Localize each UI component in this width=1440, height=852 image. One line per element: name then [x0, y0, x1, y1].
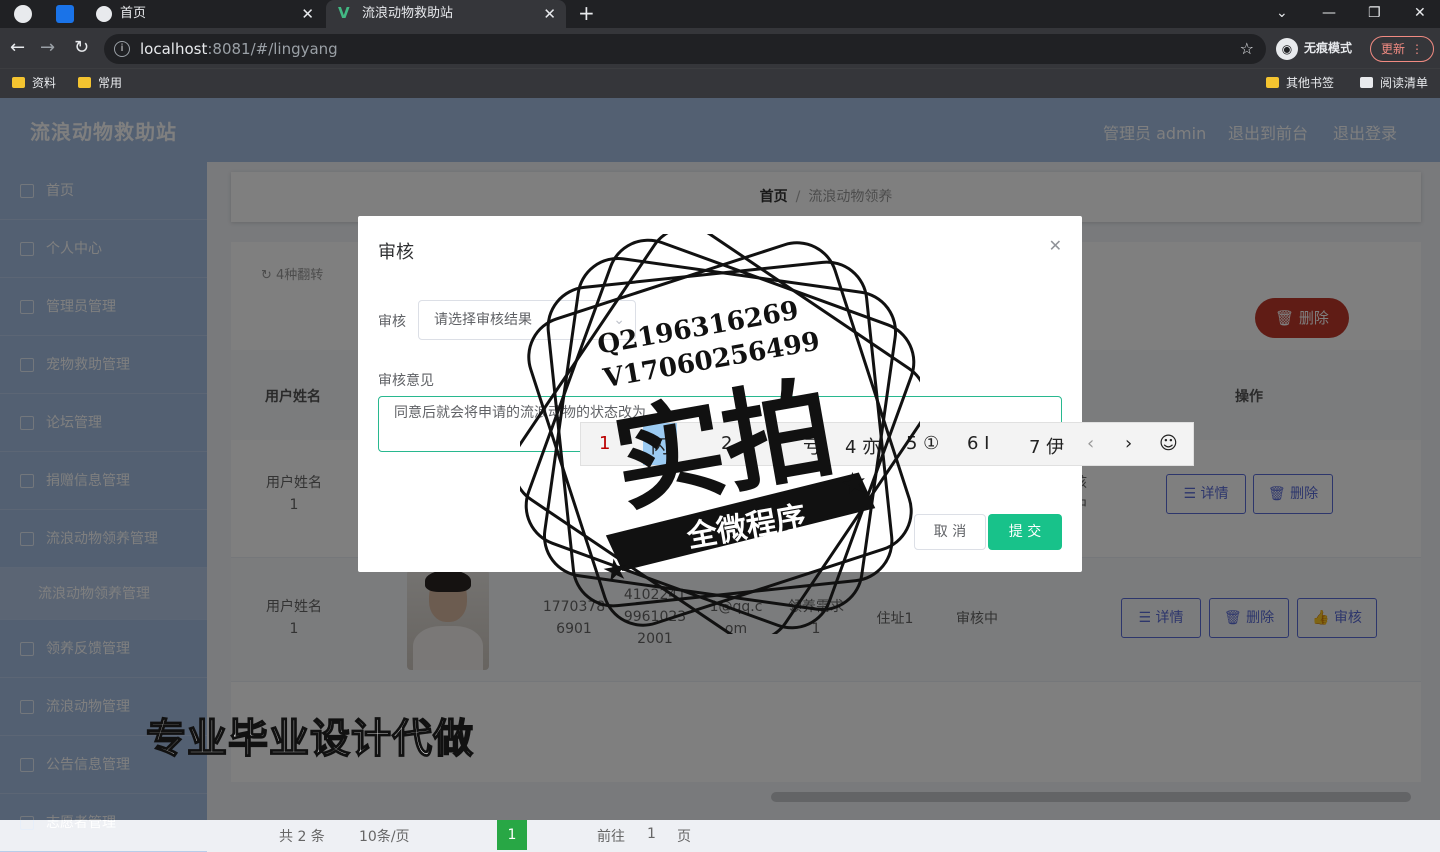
ime-prev-icon[interactable]: ‹ — [1087, 433, 1094, 454]
submit-button[interactable]: 提 交 — [988, 514, 1062, 550]
bookmark-folder[interactable]: 常用 — [76, 69, 122, 97]
folder-icon — [12, 77, 25, 88]
pager-goto-label: 前往 — [597, 829, 625, 845]
bookmarks-bar: 资料 常用 其他书签 阅读清单 — [0, 68, 1440, 98]
pager-current-page[interactable]: 1 — [497, 820, 527, 850]
watermark-stamp: Q2196316269 V17060256499 实拍 全微程序 ★ ★ — [520, 234, 920, 634]
pagination: 共 2 条 10条/页 1 前往 1 页 — [279, 820, 879, 850]
ime-next-icon[interactable]: › — [1125, 433, 1132, 454]
ime-emoji-icon[interactable]: ☺ — [1159, 433, 1178, 454]
bookmark-star-icon[interactable]: ☆ — [1240, 34, 1254, 64]
cancel-button[interactable]: 取 消 — [914, 514, 986, 550]
url-input[interactable]: i localhost:8081/#/lingyang ☆ — [104, 34, 1266, 64]
browser-tab-bar: 首页 ✕ V 流浪动物救助站 ✕ + ⌄ — ❐ ✕ — [0, 0, 1440, 28]
pager-goto-input[interactable]: 1 — [647, 826, 656, 842]
close-icon[interactable]: ✕ — [543, 0, 556, 28]
incognito-icon: ◉ — [1276, 38, 1298, 60]
opinion-label: 审核意见 — [378, 373, 434, 389]
ime-candidate[interactable]: 6 I — [967, 433, 989, 454]
pager-goto-suffix: 页 — [677, 829, 691, 845]
tab-rescue-station[interactable]: V 流浪动物救助站 ✕ — [326, 0, 566, 28]
tab-home[interactable]: 首页 ✕ — [84, 0, 324, 28]
globe-icon — [96, 6, 112, 22]
close-icon[interactable]: ✕ — [301, 0, 314, 28]
reload-button[interactable]: ↻ — [74, 36, 89, 60]
pager-size-select[interactable]: 10条/页 — [359, 826, 410, 846]
audit-label: 审核 — [378, 314, 406, 330]
folder-icon — [78, 77, 91, 88]
close-icon[interactable]: ✕ — [1049, 236, 1062, 255]
reading-list-icon — [1360, 77, 1373, 88]
forward-button[interactable]: → — [40, 36, 55, 60]
update-button[interactable]: 更新 ⋮ — [1370, 36, 1434, 62]
vue-logo-icon: V — [338, 4, 350, 22]
star-icon: ★ — [838, 464, 871, 503]
globe-icon[interactable] — [14, 5, 32, 23]
new-tab-button[interactable]: + — [578, 0, 595, 26]
pinned-tab-icon[interactable] — [56, 5, 74, 23]
maximize-button[interactable]: ❐ — [1368, 0, 1381, 26]
window-close-button[interactable]: ✕ — [1414, 0, 1426, 26]
pager-total: 共 2 条 — [279, 829, 325, 845]
incognito-indicator[interactable]: ◉ 无痕模式 — [1276, 36, 1352, 60]
ime-candidate[interactable]: 7 伊 — [1029, 433, 1064, 459]
back-button[interactable]: ← — [10, 36, 25, 60]
reading-list[interactable]: 阅读清单 — [1358, 69, 1428, 97]
bookmark-folder[interactable]: 其他书签 — [1264, 69, 1334, 97]
dialog-title: 审核 — [378, 242, 414, 263]
folder-icon — [1266, 77, 1279, 88]
minimize-button[interactable]: — — [1322, 0, 1336, 26]
info-icon[interactable]: i — [114, 41, 130, 57]
address-bar-row: ← → ↻ i localhost:8081/#/lingyang ☆ ◉ 无痕… — [0, 28, 1440, 68]
tab-search-button[interactable]: ⌄ — [1276, 0, 1288, 26]
bookmark-folder[interactable]: 资料 — [10, 69, 56, 97]
watermark-bottom-text: 专业毕业设计代做 — [145, 715, 474, 763]
menu-icon: ⋮ — [1411, 42, 1423, 56]
